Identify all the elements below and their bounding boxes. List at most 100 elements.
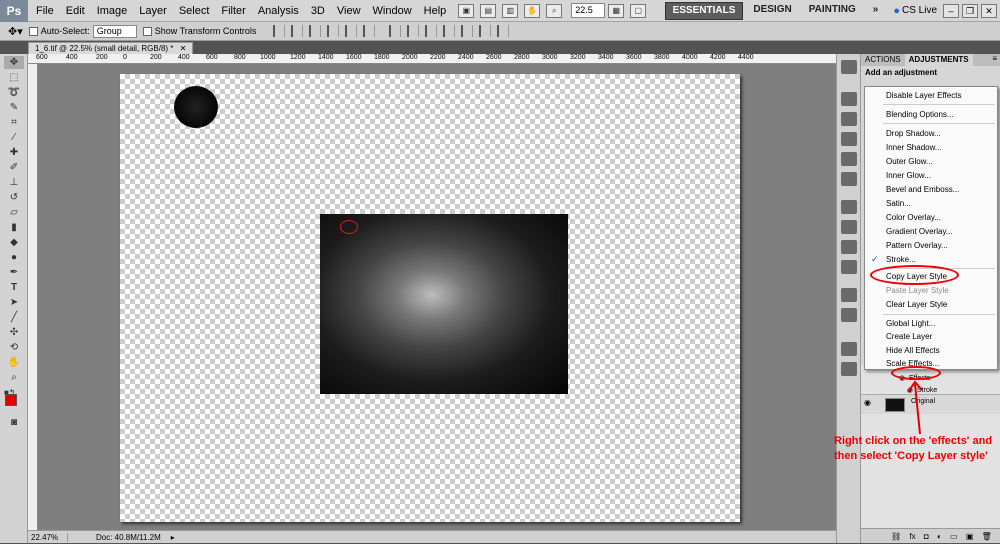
menu-item-drop-shadow[interactable]: Drop Shadow...	[865, 127, 997, 140]
menu-item-hide-all-effects[interactable]: Hide All Effects	[865, 344, 997, 357]
align-right-icon[interactable]	[363, 25, 376, 37]
distribute-right-icon[interactable]	[479, 25, 492, 37]
menu-layer[interactable]: Layer	[133, 0, 173, 22]
layers-panel-icon[interactable]	[841, 342, 857, 356]
zoom-level-field[interactable]: 22.5	[571, 3, 606, 18]
lasso-tool-icon[interactable]: ➰	[4, 86, 24, 99]
new-layer-icon[interactable]: ▣	[966, 532, 974, 541]
bridge-icon[interactable]: ▣	[458, 3, 475, 18]
link-layers-icon[interactable]: ⛓	[891, 532, 901, 541]
clone-stamp-tool-icon[interactable]: ⊥	[4, 176, 24, 189]
3d-rotate-tool-icon[interactable]: ✣	[4, 326, 24, 339]
gradient-tool-icon[interactable]: ▮	[4, 221, 24, 234]
auto-select-checkbox[interactable]	[28, 26, 38, 36]
restore-icon[interactable]: ❐	[962, 3, 978, 18]
menu-item-pattern-overlay[interactable]: Pattern Overlay...	[865, 239, 997, 252]
status-arrow-icon[interactable]: ▸	[171, 533, 175, 542]
healing-brush-tool-icon[interactable]: ✚	[4, 146, 24, 159]
hand-tool-icon[interactable]: ✋	[4, 356, 24, 369]
view-extras-icon[interactable]: ▥	[502, 3, 519, 18]
workspace-design-button[interactable]: DESIGN	[746, 2, 798, 20]
brush-tool-icon[interactable]: ✐	[4, 161, 24, 174]
mini-bridge-icon[interactable]: ▤	[480, 3, 497, 18]
masks-panel-icon[interactable]	[841, 308, 857, 322]
actions-panel-icon[interactable]	[841, 112, 857, 126]
type-tool-icon[interactable]: T	[4, 281, 24, 294]
menu-item-disable-layer-effects[interactable]: Disable Layer Effects	[865, 89, 997, 102]
cs-live-button[interactable]: ● CS Live	[893, 5, 937, 17]
eraser-tool-icon[interactable]: ▱	[4, 206, 24, 219]
distribute-bottom-icon[interactable]	[425, 25, 438, 37]
clone-source-panel-icon[interactable]	[841, 260, 857, 274]
align-hcenter-icon[interactable]	[345, 25, 358, 37]
brush-presets-panel-icon[interactable]	[841, 240, 857, 254]
foreground-color-swatch[interactable]	[5, 394, 17, 406]
crop-tool-icon[interactable]: ⌗	[4, 116, 24, 129]
menu-edit[interactable]: Edit	[60, 0, 91, 22]
shape-tool-icon[interactable]: ╱	[4, 311, 24, 324]
distribute-hcenter-icon[interactable]	[461, 25, 474, 37]
workspace-painting-button[interactable]: PAINTING	[802, 2, 863, 20]
hand-tool-icon[interactable]: ✋	[524, 3, 541, 18]
channels-panel-icon[interactable]	[841, 362, 857, 376]
menu-select[interactable]: Select	[173, 0, 216, 22]
menu-help[interactable]: Help	[418, 0, 453, 22]
character-panel-icon[interactable]	[841, 200, 857, 214]
menu-item-clear-layer-style[interactable]: Clear Layer Style	[865, 298, 997, 311]
zoom-tool-icon[interactable]: ⌕	[4, 371, 24, 384]
delete-layer-icon[interactable]: 🗑	[982, 532, 992, 541]
document-tab[interactable]: 1_6.tif @ 22.5% (small detail, RGB/8) * …	[28, 42, 194, 54]
menu-analysis[interactable]: Analysis	[252, 0, 305, 22]
menu-item-color-overlay[interactable]: Color Overlay...	[865, 211, 997, 224]
status-zoom[interactable]: 22.47%	[28, 532, 68, 542]
pen-tool-icon[interactable]: ✒	[4, 266, 24, 279]
swatches-panel-icon[interactable]	[841, 152, 857, 166]
canvas-workspace[interactable]	[38, 64, 836, 530]
minimize-icon[interactable]: –	[943, 3, 959, 18]
distribute-left-icon[interactable]	[443, 25, 456, 37]
distribute-vcenter-icon[interactable]	[407, 25, 420, 37]
menu-item-create-layer[interactable]: Create Layer	[865, 330, 997, 343]
color-panel-icon[interactable]	[841, 132, 857, 146]
move-tool-icon[interactable]: ✥	[4, 56, 24, 69]
zoom-tool-icon[interactable]: ⌕	[546, 3, 563, 18]
menu-item-bevel-emboss[interactable]: Bevel and Emboss...	[865, 183, 997, 196]
adjustment-layer-icon[interactable]: ◐	[937, 532, 942, 541]
align-left-icon[interactable]	[327, 25, 340, 37]
menu-item-blending-options[interactable]: Blending Options...	[865, 108, 997, 121]
align-vcenter-icon[interactable]	[291, 25, 304, 37]
group-icon[interactable]: ▭	[950, 532, 958, 541]
menu-item-gradient-overlay[interactable]: Gradient Overlay...	[865, 225, 997, 238]
dodge-tool-icon[interactable]: ●	[4, 251, 24, 264]
paragraph-panel-icon[interactable]	[841, 220, 857, 234]
visibility-eye-icon[interactable]: ◉	[864, 398, 871, 407]
menu-window[interactable]: Window	[367, 0, 418, 22]
screen-mode-icon[interactable]: ▢	[630, 3, 647, 18]
menu-item-inner-shadow[interactable]: Inner Shadow...	[865, 141, 997, 154]
quick-mask-icon[interactable]: ◙	[4, 416, 24, 429]
workspace-essentials-button[interactable]: ESSENTIALS	[664, 1, 744, 20]
3d-orbit-tool-icon[interactable]: ⟲	[4, 341, 24, 354]
align-top-icon[interactable]	[273, 25, 286, 37]
styles-panel-icon[interactable]	[841, 288, 857, 302]
menu-3d[interactable]: 3D	[305, 0, 331, 22]
blur-tool-icon[interactable]: ◆	[4, 236, 24, 249]
auto-select-dropdown[interactable]: Group	[92, 24, 137, 38]
tab-actions[interactable]: ACTIONS	[861, 54, 905, 66]
info-panel-icon[interactable]	[841, 172, 857, 186]
menu-item-outer-glow[interactable]: Outer Glow...	[865, 155, 997, 168]
show-transform-checkbox[interactable]	[142, 26, 152, 36]
auto-align-icon[interactable]	[497, 25, 510, 37]
menu-image[interactable]: Image	[91, 0, 134, 22]
history-brush-tool-icon[interactable]: ↺	[4, 191, 24, 204]
menu-filter[interactable]: Filter	[215, 0, 251, 22]
path-select-tool-icon[interactable]: ➤	[4, 296, 24, 309]
fx-icon[interactable]: fx	[909, 532, 915, 541]
menu-item-satin[interactable]: Satin...	[865, 197, 997, 210]
quick-select-tool-icon[interactable]: ✎	[4, 101, 24, 114]
close-tab-icon[interactable]: ✕	[180, 44, 187, 53]
document-canvas[interactable]	[120, 74, 740, 522]
move-tool-preset-icon[interactable]: ✥▾	[8, 25, 23, 38]
eyedropper-tool-icon[interactable]: ⁄	[4, 131, 24, 144]
arrange-documents-icon[interactable]: ▦	[608, 3, 625, 18]
